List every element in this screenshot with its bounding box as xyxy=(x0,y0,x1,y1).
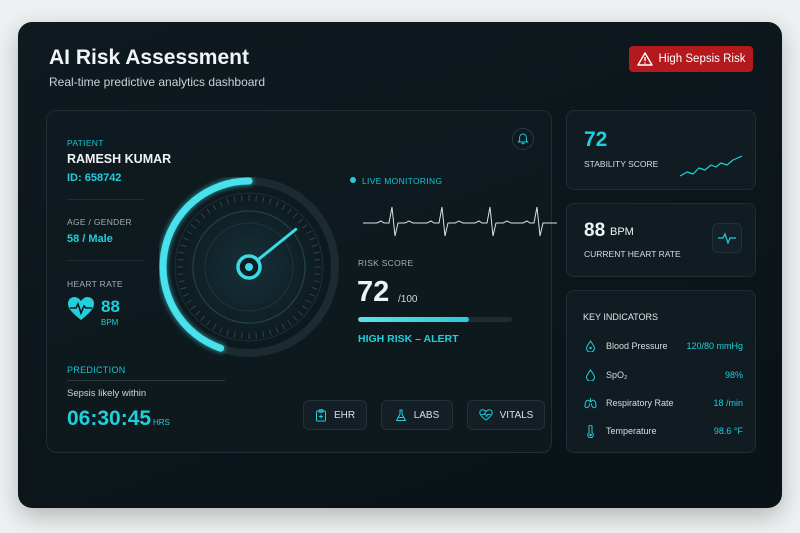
heart-pulse-icon xyxy=(68,297,94,320)
patient-id: ID: 658742 xyxy=(67,172,122,184)
live-indicator-dot xyxy=(350,177,356,183)
indicator-value: 120/80 mmHg xyxy=(686,341,743,351)
risk-score-label: RISK SCORE xyxy=(358,258,414,268)
gauge-tick xyxy=(177,273,184,276)
heart-rate-label: HEART RATE xyxy=(67,279,123,289)
prediction-text: Sepsis likely within xyxy=(67,388,147,399)
live-monitoring-label: LIVE MONITORING xyxy=(362,176,443,186)
sepsis-risk-badge[interactable]: High Sepsis Risk xyxy=(629,46,753,72)
flask-icon xyxy=(395,409,406,421)
divider xyxy=(67,260,145,261)
indicator-name: Respiratory Rate xyxy=(606,398,674,408)
gauge-tick xyxy=(255,195,258,202)
gauge-tick xyxy=(255,332,258,339)
sepsis-risk-badge-label: High Sepsis Risk xyxy=(658,53,746,65)
indicator-temperature: Temperature 98.6 °F xyxy=(583,421,743,441)
gauge-tick xyxy=(240,195,243,202)
gauge-tick xyxy=(240,332,243,339)
indicator-blood-pressure: Blood Pressure 120/80 mmHg xyxy=(583,336,743,356)
indicator-name: Temperature xyxy=(606,426,657,436)
patient-overview-card: PATIENT RAMESH KUMAR ID: 658742 AGE / GE… xyxy=(46,110,557,453)
indicator-value: 18 /min xyxy=(713,398,743,408)
stability-score-label: STABILITY SCORE xyxy=(584,159,659,169)
prediction-label: PREDICTION xyxy=(67,365,126,375)
notifications-button[interactable] xyxy=(512,128,534,150)
pulse-icon xyxy=(718,232,736,244)
indicator-name: SpO₂ xyxy=(606,370,628,380)
current-heart-rate-label: CURRENT HEART RATE xyxy=(584,249,681,259)
prediction-unit: HRS xyxy=(153,418,170,427)
labs-button-label: LABS xyxy=(413,409,440,421)
ehr-button-label: EHR xyxy=(333,409,356,421)
ehr-button[interactable]: EHR xyxy=(303,400,367,430)
divider xyxy=(67,380,225,381)
current-heart-rate-unit: BPM xyxy=(610,226,634,238)
patient-label: PATIENT xyxy=(67,138,104,148)
warning-icon xyxy=(636,52,653,66)
vitals-button-label: VITALS xyxy=(499,409,534,421)
thermometer-icon xyxy=(586,424,594,438)
page-title: AI Risk Assessment xyxy=(49,46,249,69)
current-heart-rate-value: 88 xyxy=(584,220,606,241)
heart-rate-monitor-button[interactable] xyxy=(712,223,742,253)
labs-button[interactable]: LABS xyxy=(381,400,453,430)
ecg-waveform xyxy=(363,206,557,237)
oxygen-drop-icon xyxy=(585,369,595,381)
risk-score-bar xyxy=(358,317,512,322)
heart-pulse-icon xyxy=(478,409,493,421)
age-gender-value: 58 / Male xyxy=(67,233,113,245)
risk-gauge xyxy=(159,177,339,357)
current-heart-rate-card: 88 BPM CURRENT HEART RATE xyxy=(566,203,756,277)
vitals-button[interactable]: VITALS xyxy=(467,400,545,430)
dashboard-window: AI Risk Assessment Real-time predictive … xyxy=(18,22,782,508)
key-indicators-title: KEY INDICATORS xyxy=(583,312,659,322)
stability-trend-sparkline xyxy=(679,155,743,177)
risk-score-value: 72 xyxy=(357,276,390,308)
risk-status: HIGH RISK – ALERT xyxy=(358,333,459,345)
age-gender-label: AGE / GENDER xyxy=(67,217,133,227)
bell-icon xyxy=(517,133,529,145)
blood-drop-icon xyxy=(585,340,595,352)
risk-score-max: /100 xyxy=(398,294,418,305)
stability-score-value: 72 xyxy=(584,128,608,151)
stability-score-card: 72 STABILITY SCORE xyxy=(566,110,756,190)
heart-rate-value: 88 xyxy=(101,297,120,316)
patient-name: RAMESH KUMAR xyxy=(67,152,172,166)
page-subtitle: Real-time predictive analytics dashboard xyxy=(49,75,266,89)
gauge-tick xyxy=(314,273,321,276)
gauge-tick xyxy=(314,258,321,261)
indicator-value: 98% xyxy=(724,370,743,380)
gauge-tick xyxy=(177,258,184,261)
indicator-value: 98.6 °F xyxy=(713,426,743,436)
indicator-name: Blood Pressure xyxy=(606,341,668,351)
risk-score-bar-fill xyxy=(358,317,469,322)
divider xyxy=(67,199,145,200)
indicator-respiratory-rate: Respiratory Rate 18 /min xyxy=(583,393,743,413)
lungs-icon xyxy=(583,398,597,409)
clipboard-icon xyxy=(315,408,326,421)
key-indicators-card: KEY INDICATORS Blood Pressure 120/80 mmH… xyxy=(566,290,756,453)
heart-rate-unit: BPM xyxy=(101,318,119,327)
prediction-countdown: 06:30:45 xyxy=(67,407,152,430)
indicator-spo2: SpO₂ 98% xyxy=(583,365,743,385)
